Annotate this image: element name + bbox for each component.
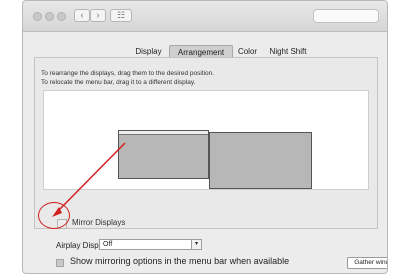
menu-bar-indicator[interactable]	[119, 131, 208, 135]
back-icon: ‹	[80, 10, 84, 20]
display-right[interactable]	[209, 132, 312, 189]
show-mirroring-checkbox[interactable]	[56, 259, 64, 267]
minimize-light[interactable]	[45, 12, 54, 21]
gather-windows-button[interactable]: Gather windows	[347, 257, 387, 269]
grid-icon: ☷	[116, 10, 126, 20]
zoom-light[interactable]	[57, 12, 66, 21]
preferences-window: ‹ › ☷ Display Arrangement Color Night Sh…	[22, 0, 388, 274]
instruction-line-2: To relocate the menu bar, drag it to a d…	[41, 79, 196, 86]
arrangement-panel: To rearrange the displays, drag them to …	[34, 57, 378, 229]
forward-icon: ›	[96, 10, 100, 20]
search-input[interactable]	[313, 9, 379, 23]
mirror-displays-label: Mirror Displays	[72, 218, 126, 227]
show-all-button[interactable]: ☷	[110, 9, 132, 22]
forward-button[interactable]: ›	[90, 9, 106, 22]
show-mirroring-label: Show mirroring options in the menu bar w…	[70, 256, 290, 266]
display-arrangement-area	[43, 90, 369, 190]
back-button[interactable]: ‹	[74, 9, 90, 22]
close-light[interactable]	[33, 12, 42, 21]
title-bar: ‹ › ☷	[23, 1, 387, 32]
airplay-select[interactable]: Off ▾	[99, 239, 202, 250]
instruction-line-1: To rearrange the displays, drag them to …	[41, 70, 215, 77]
display-left[interactable]	[118, 130, 209, 179]
annotation-circle	[38, 202, 70, 229]
airplay-value: Off	[103, 241, 113, 248]
select-arrow-icon: ▾	[191, 240, 201, 249]
